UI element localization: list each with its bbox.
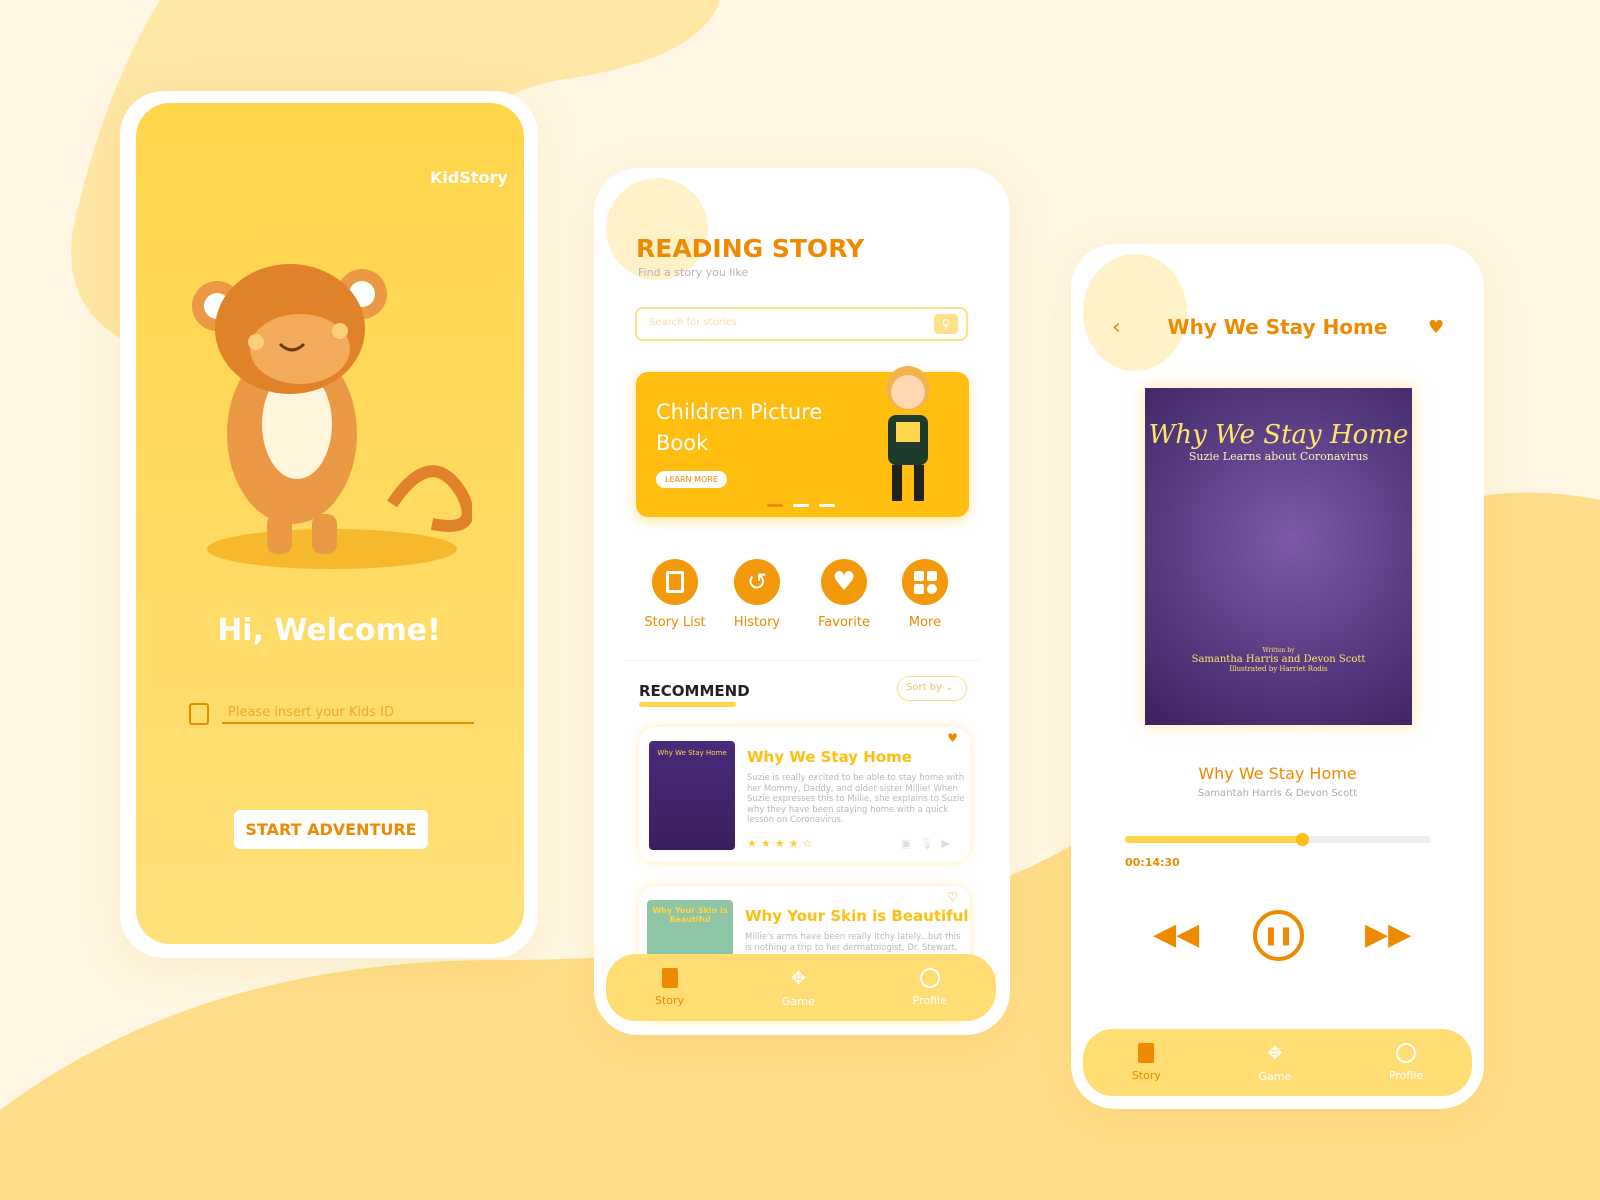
action-label: Favorite <box>818 615 870 630</box>
cover-written-by: Written by <box>1262 647 1295 654</box>
progress-handle[interactable] <box>1296 833 1310 846</box>
nav-label: Story <box>1131 1069 1161 1082</box>
story-player-screen: ‹ Why We Stay Home ♥ Why We Stay Home Su… <box>1071 244 1484 1109</box>
search-input[interactable]: Search for stories ⚲ <box>635 307 968 341</box>
recommend-heading: RECOMMEND <box>639 682 750 700</box>
nav-profile[interactable]: Profile <box>913 968 947 1007</box>
nav-story[interactable]: Story <box>1132 1043 1161 1082</box>
gamepad-icon: ✥ <box>1267 1042 1283 1064</box>
favorite-heart-icon[interactable]: ♥ <box>947 731 958 745</box>
featured-banner: Children Picture Book LEARN MORE <box>636 366 969 517</box>
favorite-heart-icon[interactable]: ♡ <box>947 890 958 904</box>
recommend-underline <box>639 702 736 707</box>
book-icon <box>661 968 678 988</box>
action-label: Story List <box>644 615 706 630</box>
read-icon[interactable]: ▣ <box>901 837 911 850</box>
nav-profile[interactable]: Profile <box>1389 1043 1423 1082</box>
favorite-heart-icon[interactable]: ♥ <box>1428 317 1444 338</box>
progress-fill <box>1125 836 1303 843</box>
search-button[interactable]: ⚲ <box>934 314 958 334</box>
welcome-screen: KidStory Hi, Welcome! Please insert your… <box>120 91 538 958</box>
heart-icon: ♥ <box>832 567 856 597</box>
monkey-illustration <box>192 264 472 569</box>
pause-button[interactable]: ❚❚ <box>1253 910 1304 961</box>
progress-slider[interactable] <box>1125 833 1431 846</box>
nav-label: Story <box>654 994 685 1007</box>
user-icon <box>189 703 209 725</box>
search-icon: ⚲ <box>941 317 951 331</box>
grid-icon <box>913 570 937 594</box>
elapsed-time: 00:14:30 <box>1125 856 1180 869</box>
book-card[interactable]: Why We Stay Home Why We Stay Home Suzie … <box>639 727 970 862</box>
girl-illustration <box>886 366 930 501</box>
book-description: Suzie is really excited to be able to st… <box>747 773 965 825</box>
page-subtitle: Find a story you like <box>638 266 749 279</box>
divider <box>625 660 980 661</box>
cover-illustrator: Illustrated by Harriet Rodis <box>1229 665 1328 673</box>
page-title: READING STORY <box>636 234 865 263</box>
book-icon <box>666 571 684 593</box>
book-title: Why Your Skin is Beautiful <box>745 907 969 925</box>
bottom-nav: Story ✥ Game Profile <box>606 954 996 1021</box>
action-label: More <box>908 615 942 630</box>
search-placeholder: Search for stories <box>649 317 737 328</box>
book-actions: ▣ 🎙 ▶ <box>901 837 950 850</box>
book-description: Millie's arms have been really itchy lat… <box>745 932 961 953</box>
book-title: Why We Stay Home <box>747 748 912 766</box>
story-title: Why We Stay Home <box>1198 764 1357 783</box>
rewind-button[interactable]: ◀◀ <box>1153 917 1199 952</box>
book-icon <box>1138 1043 1155 1063</box>
play-icon[interactable]: ▶ <box>941 837 949 850</box>
brand-logo: KidStory <box>430 168 508 187</box>
cover-title: Why We Stay Home <box>1148 420 1409 450</box>
profile-icon <box>919 968 940 988</box>
more-button[interactable]: More <box>880 559 970 630</box>
rating-stars: ★★★★☆ <box>747 837 817 850</box>
book-cover-large: Why We Stay Home Suzie Learns about Coro… <box>1145 388 1412 725</box>
pause-icon: ❚❚ <box>1263 925 1294 946</box>
carousel-dots[interactable] <box>767 504 835 507</box>
welcome-greeting: Hi, Welcome! <box>217 613 441 648</box>
fast-forward-button[interactable]: ▶▶ <box>1365 917 1411 952</box>
sort-by-dropdown[interactable]: Sort by ⌄ <box>897 676 967 701</box>
bottom-nav: Story ✥ Game Profile <box>1083 1029 1472 1096</box>
history-button[interactable]: ↺ History <box>712 559 802 630</box>
book-cover: Why We Stay Home <box>649 741 735 850</box>
sort-label: Sort by <box>906 682 942 693</box>
cover-authors: Samantha Harris and Devon Scott <box>1191 654 1366 665</box>
nav-game[interactable]: ✥ Game <box>782 968 815 1008</box>
mic-icon[interactable]: 🎙 <box>919 837 933 850</box>
banner-title: Children Picture Book <box>656 400 823 455</box>
nav-label: Game <box>782 994 815 1008</box>
favorite-button[interactable]: ♥ Favorite <box>799 559 889 630</box>
history-icon: ↺ <box>746 568 768 596</box>
cover-subtitle: Suzie Learns about Coronavirus <box>1188 450 1369 463</box>
header-title: Why We Stay Home <box>1167 315 1388 339</box>
action-label: History <box>733 615 781 630</box>
nav-game[interactable]: ✥ Game <box>1259 1043 1292 1083</box>
story-authors: Samantah Harris & Devon Scott <box>1197 788 1358 799</box>
nav-label: Profile <box>1388 1069 1424 1082</box>
story-list-button[interactable]: Story List <box>630 559 720 630</box>
start-adventure-button[interactable]: START ADVENTURE <box>234 810 428 849</box>
nav-label: Game <box>1258 1069 1292 1083</box>
profile-icon <box>1396 1043 1417 1063</box>
nav-story[interactable]: Story <box>655 968 684 1007</box>
kids-id-input[interactable]: Please insert your Kids ID <box>222 703 474 724</box>
gamepad-icon: ✥ <box>790 967 806 989</box>
learn-more-button[interactable]: LEARN MORE <box>656 471 727 488</box>
nav-label: Profile <box>912 994 947 1007</box>
reading-story-screen: READING STORY Find a story you like Sear… <box>594 168 1010 1035</box>
